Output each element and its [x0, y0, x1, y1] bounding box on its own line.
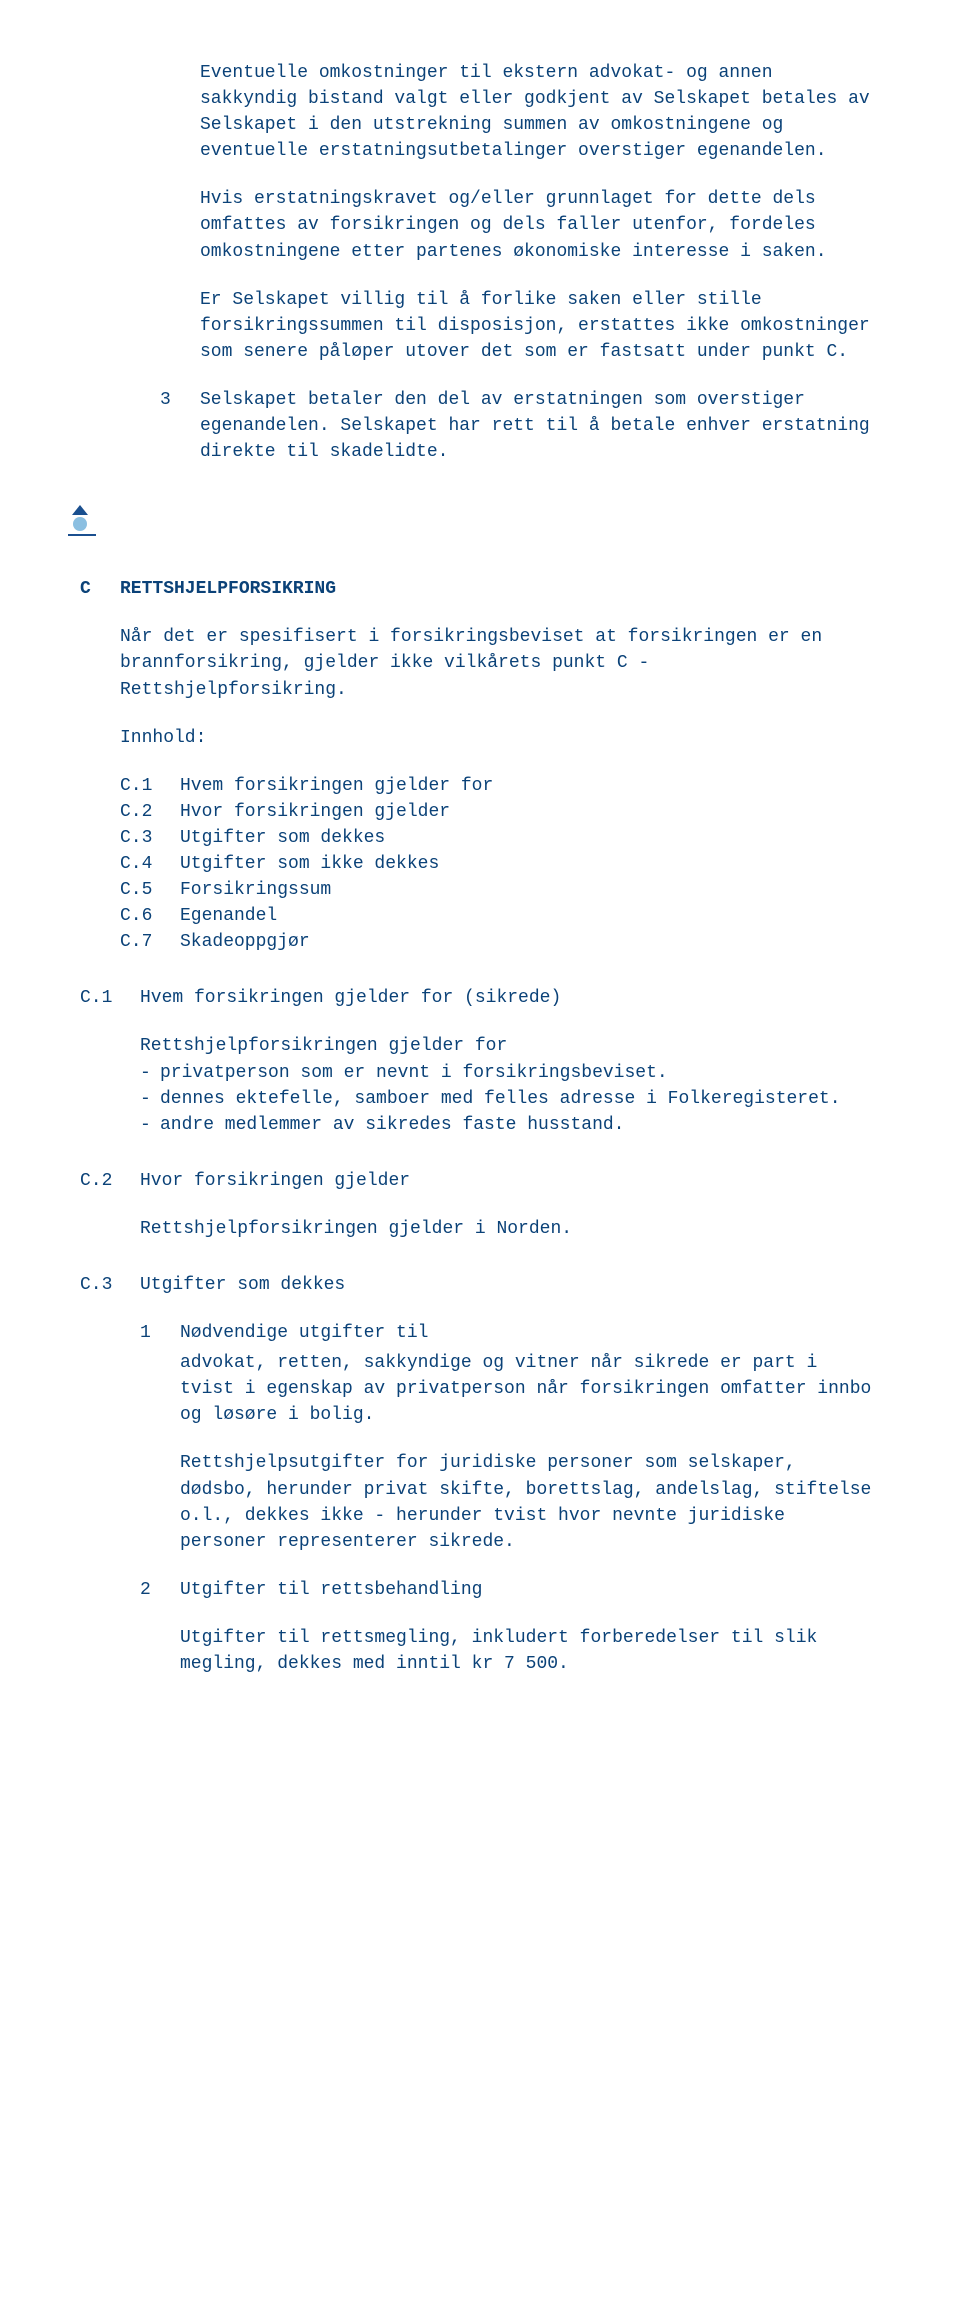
toc-item: C.1 Hvem forsikringen gjelder for [120, 773, 880, 799]
subsection-label: C.1 [80, 985, 140, 1011]
toc-key: C.5 [120, 877, 180, 903]
toc-key: C.6 [120, 903, 180, 929]
dash-icon: - [140, 1086, 160, 1112]
paragraph: Hvis erstatningskravet og/eller grunnlag… [200, 186, 880, 264]
item-text: Selskapet betaler den del av erstatninge… [200, 387, 880, 465]
dash-icon: - [140, 1112, 160, 1138]
list-item: - andre medlemmer av sikredes faste huss… [140, 1112, 880, 1138]
toc-value: Utgifter som dekkes [180, 825, 385, 851]
toc: C.1 Hvem forsikringen gjelder for C.2 Hv… [120, 773, 880, 956]
subsection-label: C.2 [80, 1168, 140, 1194]
section-heading: C RETTSHJELPFORSIKRING [80, 576, 880, 602]
item-number: 2 [140, 1577, 180, 1603]
toc-value: Forsikringssum [180, 877, 331, 903]
toc-value: Egenandel [180, 903, 277, 929]
subsection-title: Utgifter som dekkes [140, 1272, 880, 1298]
section-title: RETTSHJELPFORSIKRING [120, 576, 336, 602]
toc-key: C.4 [120, 851, 180, 877]
section-marker-icon [68, 505, 880, 536]
toc-value: Hvem forsikringen gjelder for [180, 773, 493, 799]
list-item: - privatperson som er nevnt i forsikring… [140, 1060, 880, 1086]
subsection-label: C.3 [80, 1272, 140, 1298]
paragraph: Er Selskapet villig til å forlike saken … [200, 287, 880, 365]
toc-key: C.3 [120, 825, 180, 851]
toc-key: C.2 [120, 799, 180, 825]
innhold-label: Innhold: [120, 725, 880, 751]
toc-item: C.4 Utgifter som ikke dekkes [120, 851, 880, 877]
subsection-heading: C.3 Utgifter som dekkes [80, 1272, 880, 1298]
toc-value: Hvor forsikringen gjelder [180, 799, 450, 825]
subsection-title: Hvem forsikringen gjelder for (sikrede) [140, 985, 880, 1011]
list-text: privatperson som er nevnt i forsikringsb… [160, 1060, 880, 1086]
toc-item: C.3 Utgifter som dekkes [120, 825, 880, 851]
paragraph: Når det er spesifisert i forsikringsbevi… [120, 624, 880, 702]
paragraph: Utgifter til rettsmegling, inkludert for… [180, 1625, 880, 1677]
toc-value: Utgifter som ikke dekkes [180, 851, 439, 877]
item-number: 1 [140, 1320, 180, 1346]
subsection-heading: C.2 Hvor forsikringen gjelder [80, 1168, 880, 1194]
list-item: 2 Utgifter til rettsbehandling [140, 1577, 880, 1603]
dash-icon: - [140, 1060, 160, 1086]
item-number: 3 [160, 387, 200, 465]
list-item: - dennes ektefelle, samboer med felles a… [140, 1086, 880, 1112]
paragraph: Rettshjelpsutgifter for juridiske person… [180, 1450, 880, 1554]
paragraph: advokat, retten, sakkyndige og vitner nå… [180, 1350, 880, 1428]
toc-item: C.2 Hvor forsikringen gjelder [120, 799, 880, 825]
list-item: 1 Nødvendige utgifter til [140, 1320, 880, 1346]
toc-key: C.1 [120, 773, 180, 799]
dot-icon [73, 517, 87, 531]
toc-item: C.6 Egenandel [120, 903, 880, 929]
list-item: 3 Selskapet betaler den del av erstatnin… [160, 387, 880, 465]
list-text: andre medlemmer av sikredes faste hussta… [160, 1112, 880, 1138]
subsection-title: Hvor forsikringen gjelder [140, 1168, 880, 1194]
item-text: Utgifter til rettsbehandling [180, 1577, 880, 1603]
paragraph: Eventuelle omkostninger til ekstern advo… [200, 60, 880, 164]
list-text: dennes ektefelle, samboer med felles adr… [160, 1086, 880, 1112]
toc-key: C.7 [120, 929, 180, 955]
toc-value: Skadeoppgjør [180, 929, 310, 955]
arrow-up-icon [72, 505, 88, 515]
subsection-heading: C.1 Hvem forsikringen gjelder for (sikre… [80, 985, 880, 1011]
paragraph: Rettshjelpforsikringen gjelder i Norden. [140, 1216, 880, 1242]
toc-item: C.5 Forsikringssum [120, 877, 880, 903]
section-label: C [80, 576, 120, 602]
item-text: Nødvendige utgifter til [180, 1320, 880, 1346]
item-lead: Nødvendige utgifter til [180, 1323, 428, 1343]
underline-icon [68, 534, 96, 536]
subsection-body: Rettshjelpforsikringen gjelder for - pri… [140, 1033, 880, 1137]
toc-item: C.7 Skadeoppgjør [120, 929, 880, 955]
paragraph: Rettshjelpforsikringen gjelder for [140, 1033, 880, 1059]
